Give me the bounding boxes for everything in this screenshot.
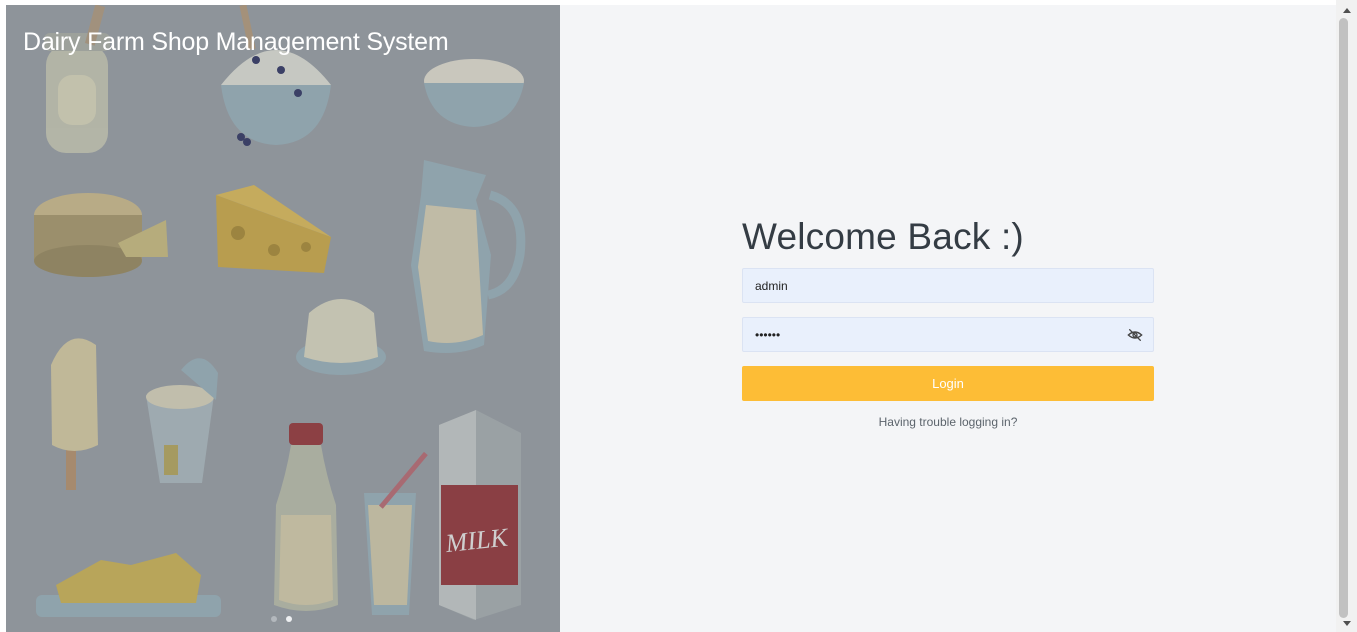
- scroll-up-arrow-icon[interactable]: [1343, 8, 1351, 13]
- cheese-wheel-illustration: [34, 193, 168, 277]
- welcome-heading: Welcome Back :): [742, 216, 1024, 257]
- carousel-dots: [271, 616, 292, 622]
- carousel-dot-1[interactable]: [271, 616, 277, 622]
- username-input[interactable]: [743, 269, 1153, 302]
- scrollbar-thumb[interactable]: [1339, 18, 1348, 618]
- app-title: Dairy Farm Shop Management System: [23, 28, 449, 56]
- password-field: [742, 317, 1154, 352]
- milk-jug-illustration: [411, 160, 526, 353]
- carousel-dot-2[interactable]: [286, 616, 292, 622]
- pudding-illustration: [296, 299, 386, 375]
- login-panel: Welcome Back :) Login Having trouble log…: [560, 5, 1336, 632]
- swiss-cheese-illustration: [216, 185, 331, 273]
- username-field: [742, 268, 1154, 303]
- cottage-cheese-bowl-illustration: [424, 59, 524, 127]
- milkshake-glass-illustration: [364, 451, 428, 615]
- login-button[interactable]: Login: [742, 366, 1154, 401]
- scroll-down-arrow-icon[interactable]: [1343, 621, 1351, 626]
- login-form: Welcome Back :) Login Having trouble log…: [742, 212, 1154, 429]
- password-input[interactable]: [743, 318, 1153, 351]
- cream-bowl-illustration: [221, 5, 331, 146]
- milk-carton-illustration: MILK: [439, 410, 521, 620]
- eye-off-icon[interactable]: [1127, 327, 1143, 343]
- popsicle-illustration: [51, 338, 98, 490]
- dairy-products-illustration: MILK: [34, 5, 526, 620]
- vertical-scrollbar[interactable]: [1336, 0, 1357, 632]
- butter-dish-illustration: [36, 553, 221, 617]
- trouble-logging-in-link[interactable]: Having trouble logging in?: [742, 415, 1154, 429]
- milk-bottle-illustration: [274, 423, 338, 611]
- hero-image-panel: MILK Dairy Farm Shop Management System: [6, 5, 560, 632]
- yogurt-cup-illustration: [146, 358, 218, 483]
